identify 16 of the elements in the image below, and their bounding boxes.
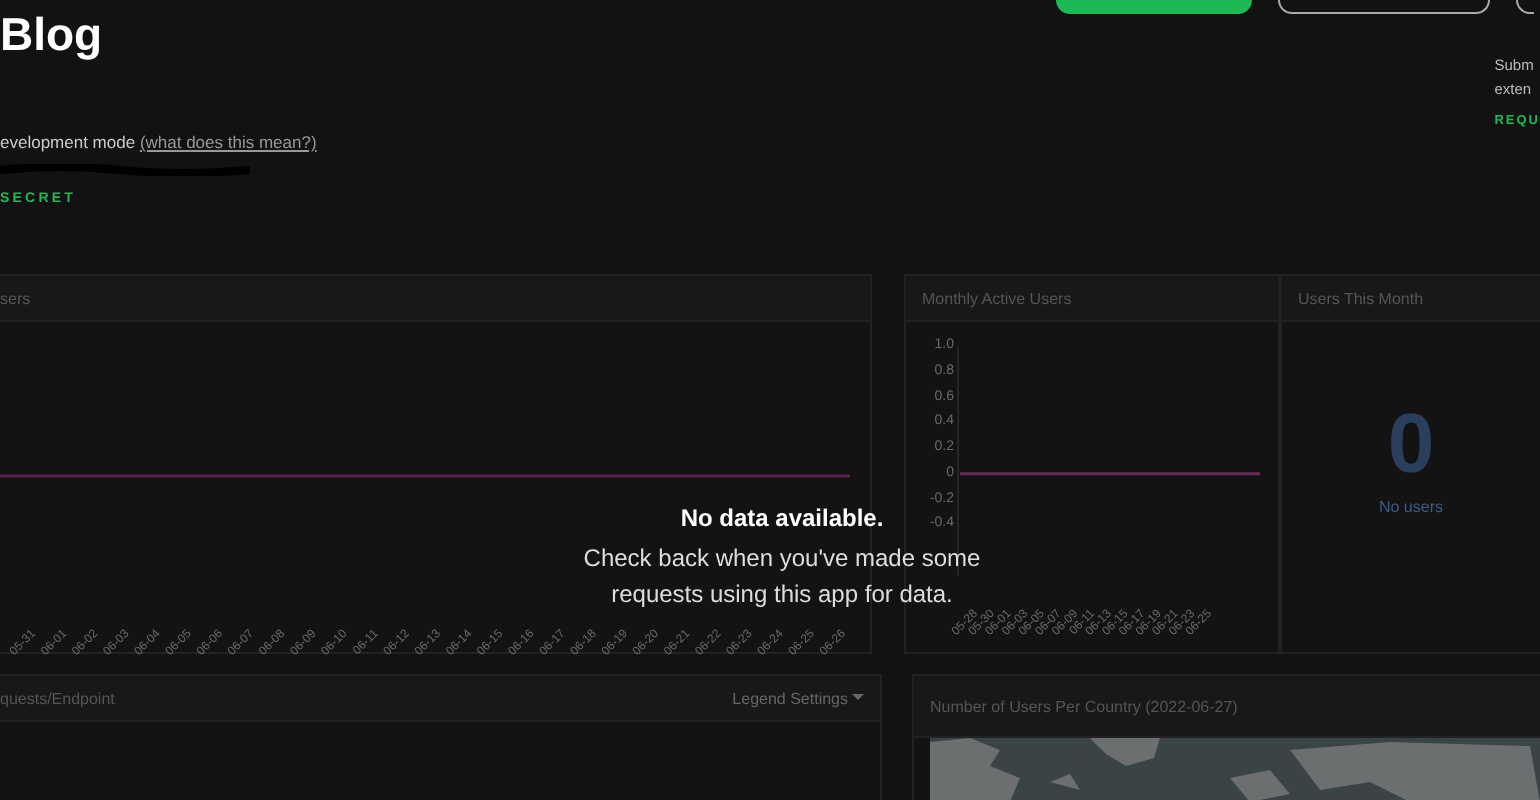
stat-caption: No users: [1378, 498, 1443, 516]
stat-number: 0: [1387, 398, 1435, 490]
empty-message: Check back when you've made some requests using this app for data.: [583, 542, 981, 609]
panel-title: Monthly Active Users: [922, 289, 1072, 307]
settings-button[interactable]: [1056, 0, 1253, 14]
outline-button[interactable]: [1516, 0, 1535, 14]
caret-icon: [852, 694, 864, 702]
panel-title: quests/Endpoint: [0, 689, 115, 707]
panel-title: sers: [0, 289, 31, 307]
panel-title: Number of Users Per Country (2022-06-27): [930, 697, 1238, 715]
app-title: Blog: [0, 8, 103, 60]
empty-title: No data available.: [680, 502, 884, 536]
mode-text: evelopment mode: [0, 132, 138, 152]
panel-title: Users This Month: [1298, 289, 1424, 307]
help-link[interactable]: (what does this mean?): [139, 132, 317, 152]
outline-button[interactable]: [1278, 0, 1491, 14]
